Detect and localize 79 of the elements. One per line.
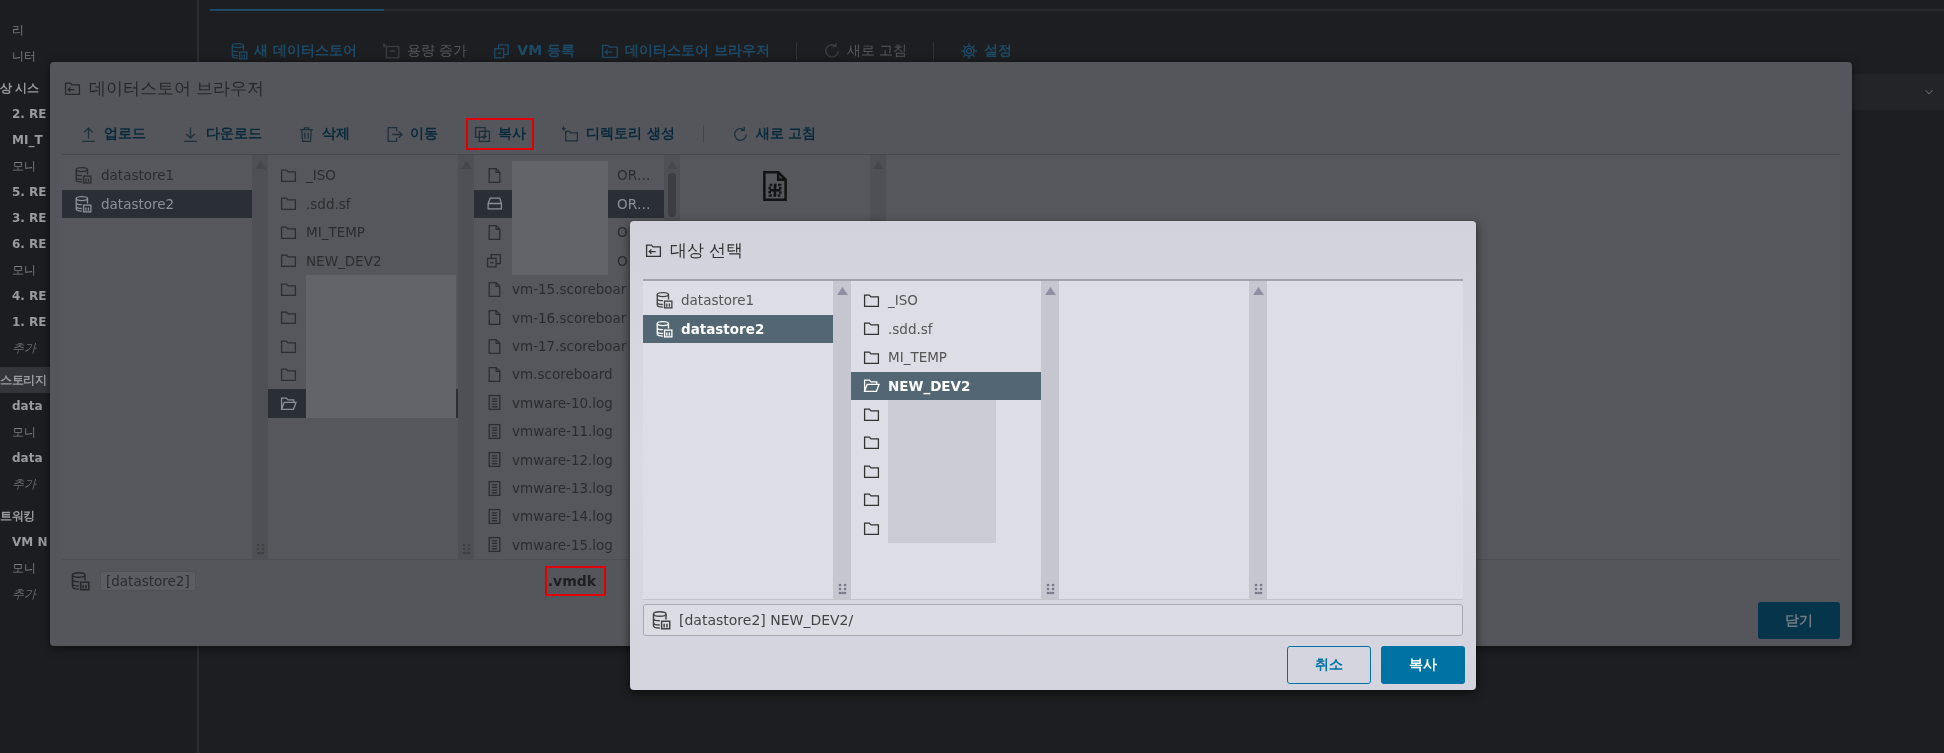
toolbar-button[interactable]: 삭제: [290, 118, 358, 150]
file-icon: [486, 280, 503, 298]
log-file-icon: [486, 422, 503, 440]
log-file-icon: [486, 451, 503, 469]
file-icon: [486, 309, 503, 327]
datastore-item[interactable]: datastore2: [643, 314, 833, 343]
database-icon: [74, 166, 92, 185]
folder-icon: [280, 252, 297, 270]
copy-icon: [474, 125, 491, 143]
folder-icon: [863, 491, 880, 509]
toolbar-button[interactable]: 다운로드: [174, 118, 270, 150]
database-icon: [655, 319, 673, 338]
close-button[interactable]: 닫기: [1758, 602, 1840, 639]
toolbar-button[interactable]: VM 등록: [493, 42, 575, 60]
log-file-icon: [486, 536, 503, 554]
file-icon: [486, 223, 503, 241]
file-name: .vmdk: [544, 566, 607, 596]
log-file-icon: [486, 507, 503, 525]
active-tab-indicator[interactable]: [210, 9, 384, 11]
trash-icon: [298, 125, 315, 143]
resize-grip-icon: [1253, 583, 1263, 595]
file-icon: [486, 337, 503, 355]
folder-icon: [280, 366, 297, 384]
database-icon: [651, 610, 671, 630]
scroll-up-icon: [1252, 287, 1264, 295]
toolbar-button[interactable]: 새 데이터스토어: [230, 42, 357, 60]
toolbar-button[interactable]: 이동: [378, 118, 446, 150]
datastore-item[interactable]: datastore1: [643, 286, 833, 315]
stacked-vm-icon: [486, 252, 503, 270]
refresh-icon: [731, 125, 749, 143]
toolbar-button[interactable]: 디렉토리 생성: [554, 118, 683, 150]
folder-icon: [280, 195, 297, 213]
disk-plus-icon: [382, 42, 401, 60]
toolbar-button[interactable]: 설정: [960, 42, 1013, 60]
folder-item[interactable]: NEW_DEV2: [851, 371, 1041, 400]
folder-window-icon: [600, 42, 619, 60]
upload-icon: [80, 125, 97, 143]
stacked-vm-icon: [493, 42, 512, 60]
database-icon: [655, 291, 673, 310]
download-icon: [182, 125, 199, 143]
sidebar-item[interactable]: 리: [0, 17, 197, 43]
log-file-icon: [486, 394, 503, 412]
datastore-item[interactable]: datastore2: [62, 189, 252, 218]
scrollbar[interactable]: [833, 281, 851, 599]
scrollbar[interactable]: [1249, 281, 1267, 599]
database-icon: [70, 571, 90, 591]
dialog-title: 대상 선택: [670, 238, 744, 262]
toolbar-button[interactable]: 데이터스토어 브라우저: [600, 42, 770, 60]
folder-item[interactable]: [268, 389, 458, 418]
resize-grip-icon: [1045, 583, 1055, 595]
toolbar-button[interactable]: 새로 고침: [723, 118, 825, 150]
scrollbar[interactable]: [1041, 281, 1059, 599]
folder-icon: [280, 309, 297, 327]
file-icon: [486, 365, 503, 383]
toolbar-button[interactable]: 복사: [466, 118, 534, 150]
folder-icon: [863, 320, 880, 338]
folder-item[interactable]: _ISO: [851, 286, 1041, 315]
scroll-up-icon: [836, 287, 848, 295]
file-icon: [486, 166, 503, 184]
file-item[interactable]: OR…: [474, 189, 664, 218]
new-folder-icon: [562, 125, 579, 143]
export-icon: [386, 125, 403, 143]
cancel-button[interactable]: 취소: [1287, 646, 1371, 684]
log-file-icon: [486, 479, 503, 497]
toolbar-button[interactable]: 업로드: [72, 118, 154, 150]
copy-button[interactable]: 복사: [1381, 646, 1465, 684]
resize-grip-icon: [837, 583, 847, 595]
refresh-icon: [822, 42, 841, 60]
gear-icon: [960, 42, 979, 60]
database-plus-icon: [230, 42, 248, 60]
scrollbar[interactable]: [458, 155, 474, 559]
folder-icon: [863, 434, 880, 452]
folder-item[interactable]: .sdd.sf: [851, 314, 1041, 343]
open-folder-icon: [863, 377, 880, 395]
scrollbar[interactable]: [252, 155, 268, 559]
folder-item[interactable]: MI_TEMP: [851, 343, 1041, 372]
database-icon: [74, 194, 92, 213]
path-field[interactable]: [datastore2] NEW_DEV2/: [643, 604, 1463, 636]
scroll-up-icon: [1044, 287, 1056, 295]
